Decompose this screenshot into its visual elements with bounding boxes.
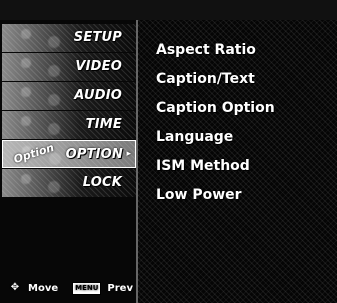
option-aspect-ratio[interactable]: Aspect Ratio (156, 36, 326, 65)
top-bezel-strip (0, 0, 337, 21)
menu-button-icon: MENU (72, 281, 102, 295)
option-low-power[interactable]: Low Power (156, 181, 326, 210)
menu-item-label: SETUP (73, 30, 122, 45)
move-label: Move (28, 282, 59, 294)
left-main-menu: SETUP VIDEO AUDIO TIME Option OPTION ▸ L… (0, 20, 138, 303)
menu-item-lock[interactable]: LOCK (2, 169, 136, 197)
menu-item-label: VIDEO (75, 59, 122, 74)
menu-item-audio[interactable]: AUDIO (2, 82, 136, 110)
menu-item-option[interactable]: Option OPTION ▸ (2, 140, 136, 168)
tv-menu-screen: SETUP VIDEO AUDIO TIME Option OPTION ▸ L… (0, 0, 337, 303)
chevron-right-icon: ▸ (126, 149, 131, 159)
menu-item-setup[interactable]: SETUP (2, 24, 136, 52)
option-caption-text[interactable]: Caption/Text (156, 65, 326, 94)
menu-footer: ✥ Move MENU Prev (0, 278, 138, 298)
prev-label: Prev (107, 282, 133, 294)
move-icon: ✥ (10, 282, 20, 293)
menu-item-label: OPTION (65, 147, 123, 162)
menu-item-label: LOCK (82, 175, 122, 190)
menu-item-label: AUDIO (74, 88, 122, 103)
menu-item-video[interactable]: VIDEO (2, 53, 136, 81)
option-ism-method[interactable]: ISM Method (156, 152, 326, 181)
menu-item-label: TIME (85, 117, 122, 132)
option-language[interactable]: Language (156, 123, 326, 152)
menu-item-time[interactable]: TIME (2, 111, 136, 139)
option-submenu-panel: Aspect Ratio Caption/Text Caption Option… (138, 20, 337, 303)
option-list: Aspect Ratio Caption/Text Caption Option… (156, 36, 326, 210)
option-caption-option[interactable]: Caption Option (156, 94, 326, 123)
